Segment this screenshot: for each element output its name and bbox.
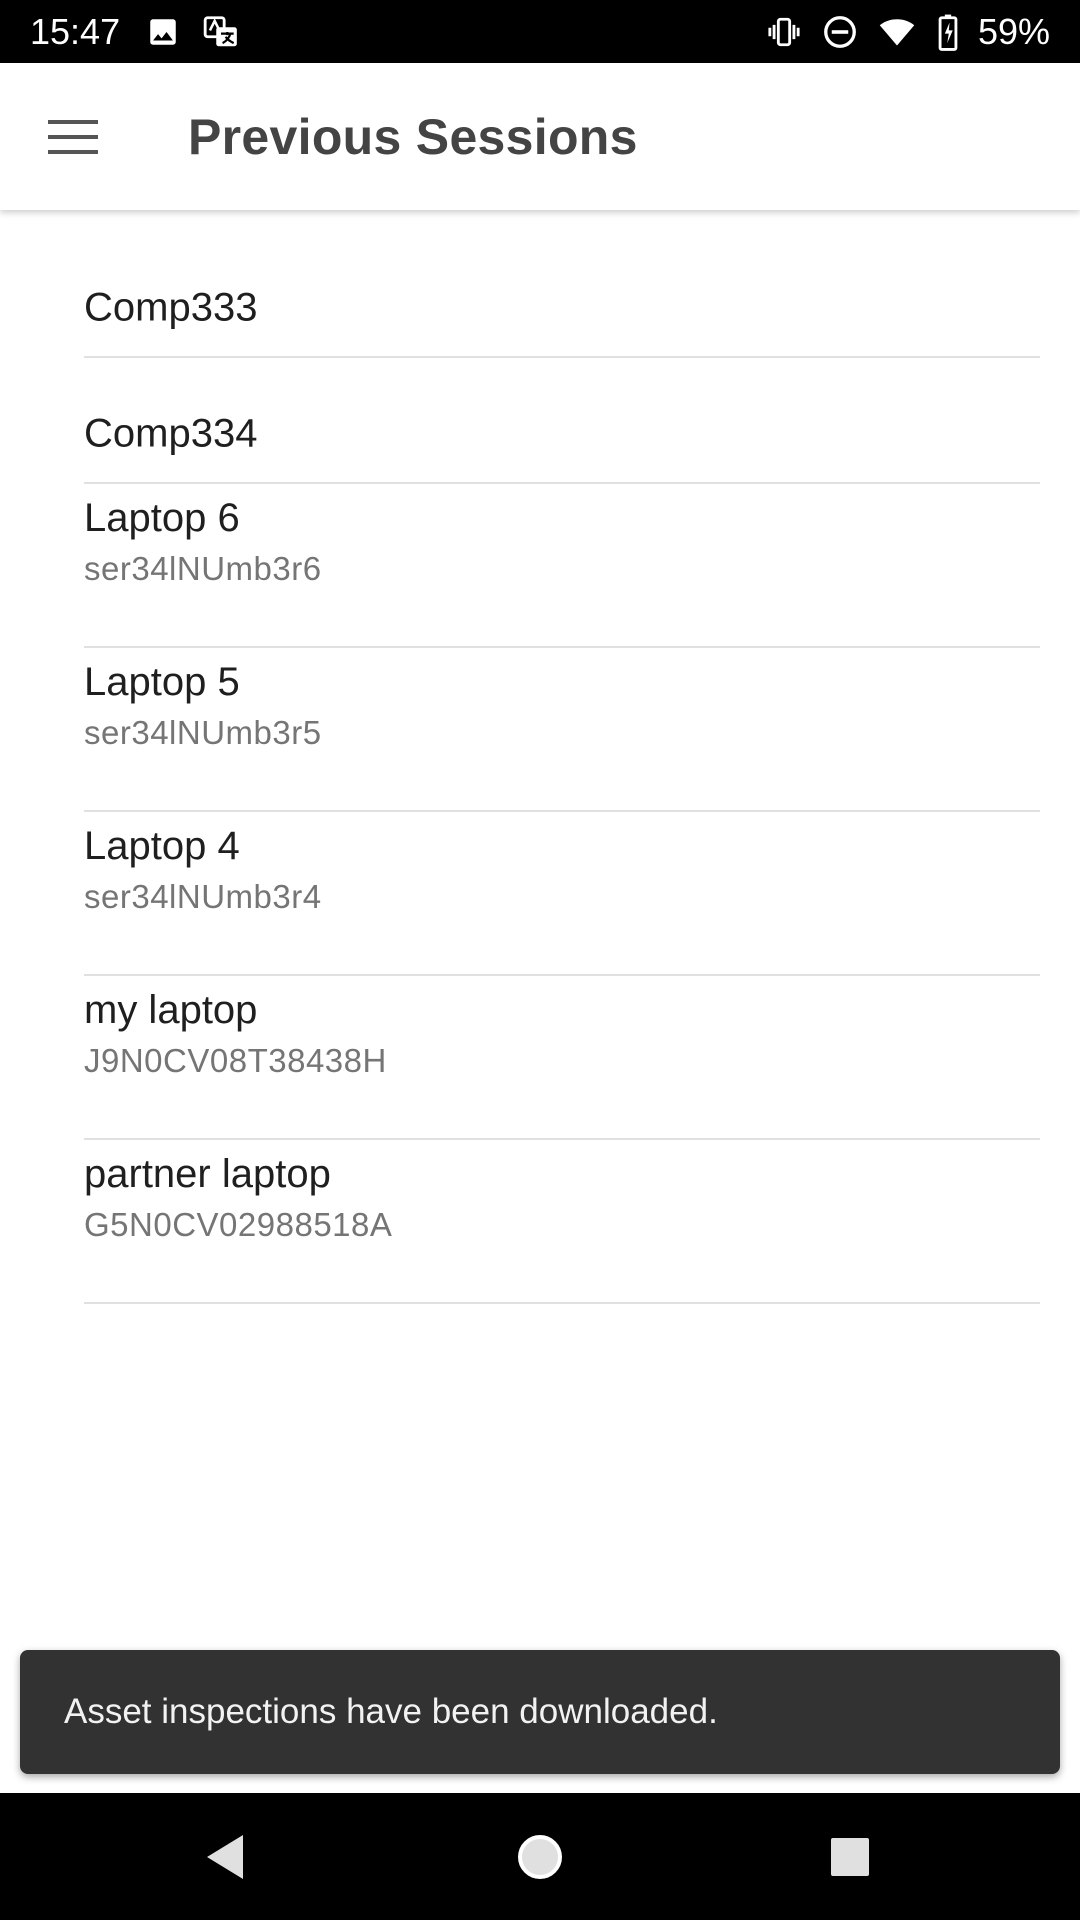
session-name: my laptop <box>84 988 258 1032</box>
navigation-bar <box>0 1793 1080 1920</box>
session-name: Laptop 4 <box>84 824 240 868</box>
hamburger-menu-button[interactable] <box>26 89 122 185</box>
wifi-icon <box>876 14 918 50</box>
session-list: Comp333 Comp334 Laptop 6 ser34lNUmb3r6 L… <box>84 232 1040 1304</box>
home-icon <box>518 1834 562 1879</box>
session-item[interactable]: Laptop 5 ser34lNUmb3r5 <box>84 648 1040 812</box>
session-item[interactable]: Laptop 4 ser34lNUmb3r4 <box>84 812 1040 976</box>
hamburger-menu-icon <box>48 119 98 154</box>
session-serial: G5N0CV02988518A <box>84 1206 393 1243</box>
status-bar: 15:47 59% <box>0 0 1080 63</box>
session-serial: ser34lNUmb3r6 <box>84 550 322 587</box>
translate-icon <box>202 13 240 51</box>
session-name: partner laptop <box>84 1152 331 1196</box>
session-name: Comp333 <box>84 285 258 330</box>
recents-icon <box>831 1837 869 1876</box>
session-serial: J9N0CV08T38438H <box>84 1042 387 1079</box>
status-time: 15:47 <box>30 10 121 52</box>
session-name: Laptop 5 <box>84 660 240 704</box>
snackbar: Asset inspections have been downloaded. <box>20 1650 1060 1774</box>
session-item[interactable]: Comp333 <box>84 232 1040 358</box>
recents-button[interactable] <box>790 1793 910 1920</box>
image-icon <box>146 15 180 49</box>
session-item[interactable]: Laptop 6 ser34lNUmb3r6 <box>84 484 1040 648</box>
session-serial: ser34lNUmb3r4 <box>84 878 322 915</box>
session-item[interactable]: partner laptop G5N0CV02988518A <box>84 1140 1040 1304</box>
app-bar: Previous Sessions <box>0 63 1080 210</box>
battery-percent: 59% <box>977 10 1050 52</box>
snackbar-message: Asset inspections have been downloaded. <box>64 1692 718 1731</box>
session-item[interactable]: my laptop J9N0CV08T38438H <box>84 976 1040 1140</box>
back-button[interactable] <box>165 1793 285 1920</box>
session-serial: ser34lNUmb3r5 <box>84 714 322 751</box>
back-icon <box>207 1834 243 1879</box>
do-not-disturb-icon <box>822 14 858 50</box>
vibrate-icon <box>764 15 804 49</box>
battery-charging-icon <box>936 13 960 51</box>
session-item[interactable]: Comp334 <box>84 358 1040 484</box>
session-name: Laptop 6 <box>84 496 240 540</box>
page-title: Previous Sessions <box>188 108 638 165</box>
session-name: Comp334 <box>84 411 258 456</box>
home-button[interactable] <box>480 1793 600 1920</box>
